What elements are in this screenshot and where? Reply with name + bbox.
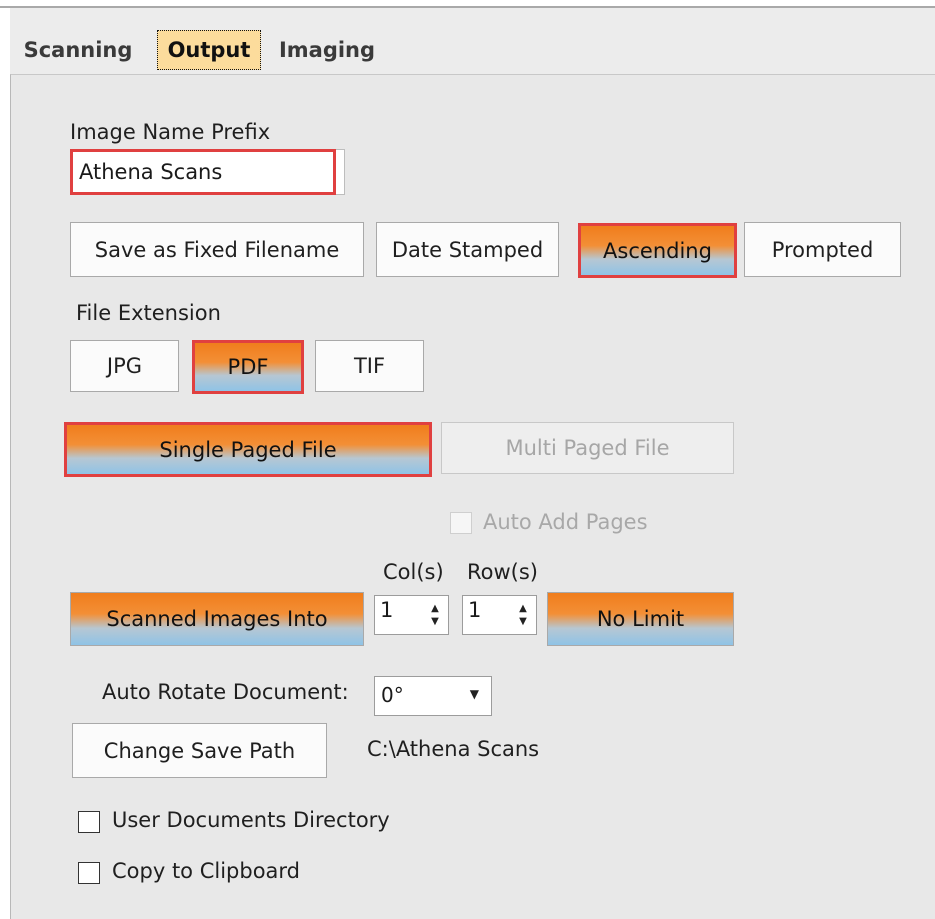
tab-output[interactable]: Output bbox=[157, 30, 261, 70]
auto-rotate-dropdown[interactable]: 0° ▼ bbox=[374, 676, 492, 716]
save-as-fixed-filename-button[interactable]: Save as Fixed Filename bbox=[70, 222, 364, 277]
copy-to-clipboard-label: Copy to Clipboard bbox=[112, 859, 301, 883]
tab-imaging[interactable]: Imaging bbox=[270, 30, 384, 70]
file-extension-label: File Extension bbox=[76, 301, 221, 325]
multi-paged-file-button: Multi Paged File bbox=[441, 422, 734, 474]
image-name-prefix-label: Image Name Prefix bbox=[70, 120, 271, 144]
spinner-arrows-icon[interactable]: ▲ ▼ bbox=[516, 602, 530, 628]
spinner-arrows-icon[interactable]: ▲ ▼ bbox=[428, 602, 442, 628]
chevron-down-icon[interactable]: ▼ bbox=[470, 687, 479, 701]
pdf-button[interactable]: PDF bbox=[192, 340, 304, 394]
single-paged-file-button[interactable]: Single Paged File bbox=[64, 422, 432, 477]
rows-value: 1 bbox=[468, 598, 482, 622]
cols-value: 1 bbox=[380, 598, 394, 622]
copy-to-clipboard-checkbox[interactable] bbox=[78, 862, 100, 884]
user-documents-directory-checkbox[interactable] bbox=[78, 811, 100, 833]
rows-label: Row(s) bbox=[467, 560, 538, 584]
tab-scanning[interactable]: Scanning bbox=[16, 30, 140, 70]
cols-label: Col(s) bbox=[383, 560, 444, 584]
user-documents-directory-label: User Documents Directory bbox=[112, 808, 390, 832]
ascending-button[interactable]: Ascending bbox=[578, 223, 737, 278]
rows-spinner[interactable]: 1 ▲ ▼ bbox=[462, 595, 537, 635]
prompted-button[interactable]: Prompted bbox=[744, 222, 901, 277]
jpg-button[interactable]: JPG bbox=[70, 340, 179, 392]
no-limit-button[interactable]: No Limit bbox=[547, 592, 734, 646]
auto-rotate-label: Auto Rotate Document: bbox=[102, 680, 349, 704]
auto-rotate-value: 0° bbox=[381, 683, 404, 707]
cols-spinner[interactable]: 1 ▲ ▼ bbox=[374, 595, 449, 635]
image-name-prefix-field[interactable]: Athena Scans bbox=[70, 149, 345, 195]
tif-button[interactable]: TIF bbox=[315, 340, 424, 392]
save-path-text: C:\Athena Scans bbox=[367, 737, 540, 761]
auto-add-pages-label: Auto Add Pages bbox=[483, 510, 648, 534]
image-name-prefix-value: Athena Scans bbox=[79, 160, 223, 184]
tab-strip bbox=[10, 8, 935, 74]
auto-add-pages-checkbox bbox=[450, 512, 472, 534]
date-stamped-button[interactable]: Date Stamped bbox=[376, 222, 559, 277]
scanned-images-into-button[interactable]: Scanned Images Into bbox=[70, 592, 364, 646]
output-settings-panel bbox=[10, 74, 935, 919]
change-save-path-button[interactable]: Change Save Path bbox=[72, 723, 327, 778]
